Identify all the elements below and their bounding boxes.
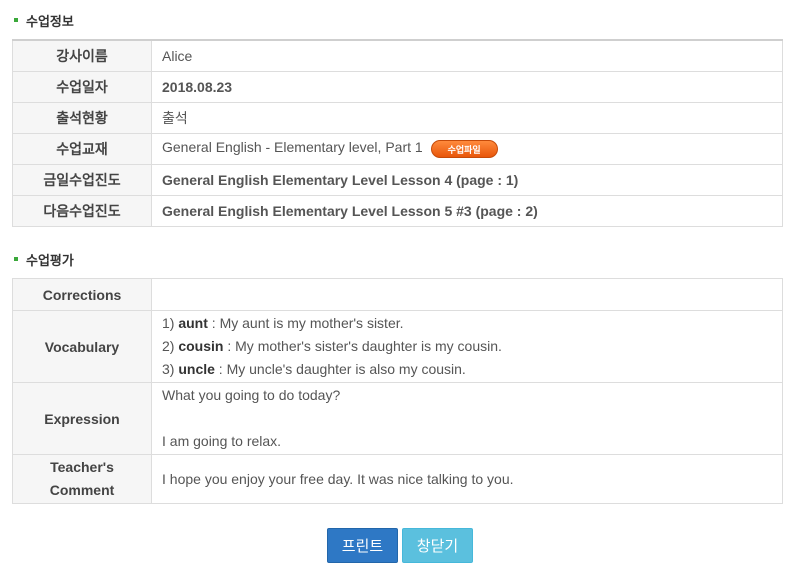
expression-spacer	[162, 407, 781, 430]
expression-line-1: What you going to do today?	[162, 387, 341, 403]
vocabulary-item: 1) aunt : My aunt is my mother's sister.	[162, 312, 781, 335]
class-info-title-text: 수업정보	[26, 14, 74, 29]
textbook-value: General English - Elementary level, Part…	[162, 139, 423, 156]
vocab-sentence: : My mother's sister's daughter is my co…	[223, 338, 502, 354]
teacher-name-label: 강사이름	[12, 39, 152, 72]
comment-label-line-2: Comment	[49, 482, 115, 498]
vocab-number: 2)	[162, 338, 175, 354]
class-file-button[interactable]: 수업파일	[430, 139, 498, 158]
action-buttons: 프린트 창닫기	[0, 528, 800, 563]
section-bullet-icon	[14, 17, 18, 22]
next-progress-label: 다음수업진도	[12, 194, 152, 227]
vocab-number: 3)	[162, 361, 175, 377]
vocabulary-cell: 1) aunt : My aunt is my mother's sister.…	[151, 310, 783, 383]
class-date-label: 수업일자	[12, 70, 152, 103]
today-progress-label: 금일수업진도	[12, 163, 152, 196]
vocab-sentence: : My uncle's daughter is also my cousin.	[214, 361, 466, 377]
evaluation-title-text: 수업평가	[26, 253, 74, 268]
textbook-label: 수업교재	[12, 132, 152, 165]
section-bullet-icon	[14, 256, 18, 261]
table-row: Teacher's Comment I hope you enjoy your …	[12, 454, 783, 504]
vocabulary-item: 3) uncle : My uncle's daughter is also m…	[162, 358, 781, 381]
comment-value: I hope you enjoy your free day. It was n…	[151, 454, 783, 504]
evaluation-title: 수업평가	[14, 250, 74, 269]
table-row: 금일수업진도 General English Elementary Level …	[12, 163, 783, 196]
table-row: 수업교재 General English - Elementary level,…	[12, 132, 783, 165]
expression-label: Expression	[12, 382, 152, 455]
print-button[interactable]: 프린트	[327, 528, 398, 563]
attendance-value: 출석	[151, 101, 783, 134]
corrections-label: Corrections	[12, 278, 152, 311]
table-row: 수업일자 2018.08.23	[12, 70, 783, 103]
expression-line-2: I am going to relax.	[162, 433, 282, 449]
attendance-label: 출석현황	[12, 101, 152, 134]
class-date-value: 2018.08.23	[151, 70, 783, 103]
table-row: 출석현황 출석	[12, 101, 783, 134]
class-info-table: 강사이름 Alice 수업일자 2018.08.23 출석현황 출석 수업교재 …	[12, 39, 783, 227]
comment-label-line-1: Teacher's	[50, 459, 114, 475]
class-info-title: 수업정보	[14, 11, 74, 30]
vocabulary-label: Vocabulary	[12, 310, 152, 383]
textbook-cell: General English - Elementary level, Part…	[151, 132, 783, 165]
table-row: 다음수업진도 General English Elementary Level …	[12, 194, 783, 227]
evaluation-table: Corrections Vocabulary 1) aunt : My aunt…	[12, 278, 783, 504]
comment-label: Teacher's Comment	[12, 454, 152, 504]
vocab-word: uncle	[178, 361, 215, 377]
table-row: 강사이름 Alice	[12, 39, 783, 72]
next-progress-value: General English Elementary Level Lesson …	[151, 194, 783, 227]
vocabulary-item: 2) cousin : My mother's sister's daughte…	[162, 335, 781, 358]
corrections-value	[151, 278, 783, 311]
close-window-button[interactable]: 창닫기	[402, 528, 473, 563]
teacher-name-value: Alice	[151, 39, 783, 72]
vocab-sentence: : My aunt is my mother's sister.	[207, 315, 404, 331]
vocab-word: cousin	[178, 338, 224, 354]
table-row: Expression What you going to do today? I…	[12, 382, 783, 455]
table-row: Vocabulary 1) aunt : My aunt is my mothe…	[12, 310, 783, 383]
today-progress-value: General English Elementary Level Lesson …	[151, 163, 783, 196]
vocab-word: aunt	[178, 315, 208, 331]
vocab-number: 1)	[162, 315, 175, 331]
table-row: Corrections	[12, 278, 783, 311]
expression-cell: What you going to do today? I am going t…	[151, 382, 783, 455]
